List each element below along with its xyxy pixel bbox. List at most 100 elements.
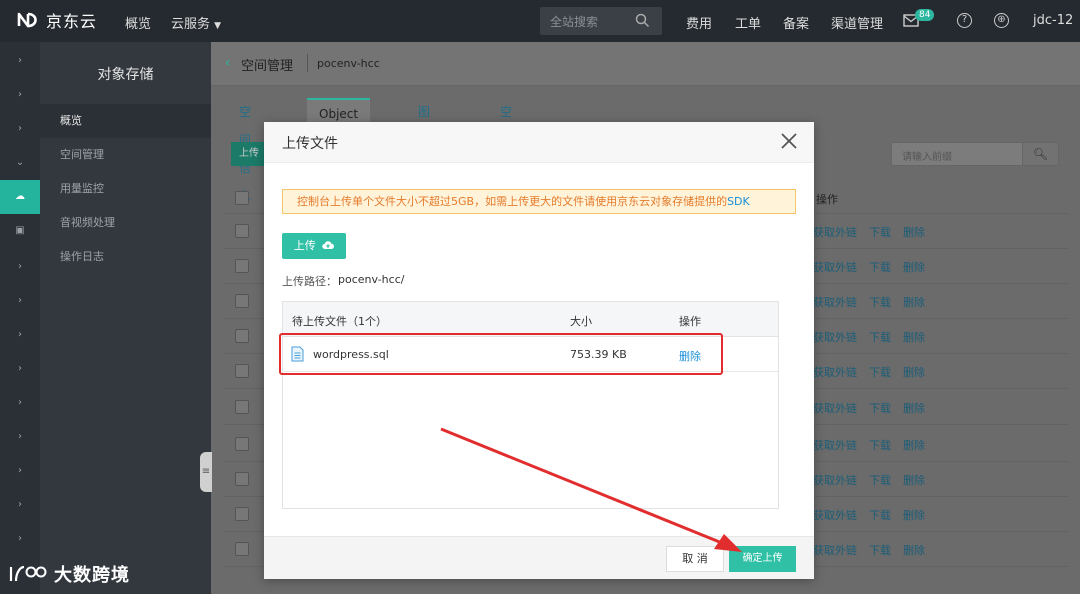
rail-expand-icon[interactable]: › [0,284,40,318]
sidebar-item-usage-monitoring[interactable]: 用量监控 [40,172,211,206]
sdk-link[interactable]: SDK [727,195,750,208]
upload-button[interactable]: 上传 [282,233,346,259]
row-action-delete[interactable]: 删除 [903,366,925,379]
row-actions: 获取外链 下载 删除 [813,294,937,310]
row-action-delete[interactable]: 删除 [903,509,925,522]
row-actions: 获取外链 下载 删除 [813,329,937,345]
nav-channel-management[interactable]: 渠道管理 [831,13,883,32]
row-actions: 获取外链 下载 删除 [813,542,937,558]
rail-expand-icon[interactable]: › [0,78,40,112]
row-action-download[interactable]: 下载 [869,402,891,415]
confirm-upload-button[interactable]: 确定上传 [729,546,796,572]
jd-cloud-logo[interactable]: 京东云 [16,8,97,32]
dialog-title: 上传文件 [282,136,338,152]
row-action-download[interactable]: 下载 [869,544,891,557]
storage-box-icon[interactable]: ▣ [0,214,40,248]
sidebar-collapse-handle[interactable]: ≡ [200,452,212,492]
sidebar-item-overview[interactable]: 概览 [40,104,211,138]
row-checkbox[interactable] [235,437,249,451]
row-action-delete[interactable]: 删除 [903,226,925,239]
row-checkbox[interactable] [235,364,249,378]
cancel-button[interactable]: 取 消 [666,546,724,572]
search-icon[interactable]: 🔍︎ [1022,143,1058,165]
rail-expand-icon[interactable]: › [0,522,40,556]
rail-expand-icon[interactable]: › [0,386,40,420]
row-checkbox[interactable] [235,472,249,486]
row-actions: 获取外链 下载 删除 [813,259,937,275]
nav-tickets[interactable]: 工单 [735,13,761,32]
row-action-delete[interactable]: 删除 [903,474,925,487]
cloud-storage-icon[interactable]: ☁ [0,180,40,214]
row-action-download[interactable]: 下载 [869,474,891,487]
search-icon[interactable] [635,13,650,28]
rail-expand-icon[interactable]: › [0,44,40,78]
row-action-download[interactable]: 下载 [869,296,891,309]
user-account[interactable]: jdc-12 [1033,13,1073,28]
rail-expand-icon[interactable]: › [0,112,40,146]
row-action-get-link[interactable]: 获取外链 [813,366,857,379]
row-action-download[interactable]: 下载 [869,226,891,239]
row-action-delete[interactable]: 删除 [903,402,925,415]
select-all-checkbox[interactable] [235,191,249,205]
row-checkbox[interactable] [235,224,249,238]
sidebar-title: 对象存储 [97,67,154,83]
row-checkbox[interactable] [235,259,249,273]
row-action-get-link[interactable]: 获取外链 [813,331,857,344]
rail-expand-icon[interactable]: › [0,352,40,386]
row-action-get-link[interactable]: 获取外链 [813,544,857,557]
row-action-get-link[interactable]: 获取外链 [813,439,857,452]
row-checkbox[interactable] [235,400,249,414]
global-search[interactable]: 全站搜索 [540,7,662,35]
row-action-delete[interactable]: 删除 [903,296,925,309]
rail-expand-icon[interactable]: › [0,420,40,454]
row-checkbox[interactable] [235,542,249,556]
nav-cloud-services[interactable]: 云服务 ▼ [171,13,221,32]
back-chevron-icon[interactable]: ‹ [225,55,231,71]
tab-bucket-info[interactable]: 空间信息 [239,98,251,203]
row-action-download[interactable]: 下载 [869,261,891,274]
rail-collapse-icon[interactable]: ⌄ [0,146,40,180]
row-action-get-link[interactable]: 获取外链 [813,296,857,309]
row-action-get-link[interactable]: 获取外链 [813,226,857,239]
row-action-get-link[interactable]: 获取外链 [813,261,857,274]
row-action-download[interactable]: 下载 [869,331,891,344]
row-action-download[interactable]: 下载 [869,509,891,522]
prefix-search[interactable]: 请输入前缀 🔍︎ [891,142,1059,166]
breadcrumb-section[interactable]: 空间管理 [241,55,293,74]
nav-billing[interactable]: 费用 [686,13,712,32]
row-action-download[interactable]: 下载 [869,366,891,379]
nav-overview[interactable]: 概览 [125,13,151,32]
row-checkbox[interactable] [235,329,249,343]
row-checkbox[interactable] [235,294,249,308]
watermark-text: 大数跨境 [54,565,130,586]
row-checkbox[interactable] [235,507,249,521]
row-action-get-link[interactable]: 获取外链 [813,474,857,487]
rail-expand-icon[interactable]: › [0,318,40,352]
rail-expand-icon[interactable]: › [0,454,40,488]
help-icon[interactable]: ? [957,13,972,28]
row-action-delete[interactable]: 删除 [903,331,925,344]
header-size: 大小 [570,315,592,328]
header-action: 操作 [679,315,701,328]
breadcrumb-bucket: pocenv-hcc [317,57,380,70]
rail-expand-icon[interactable]: › [0,488,40,522]
nav-cloud-services-label: 云服务 [171,17,211,32]
close-icon[interactable] [778,130,800,152]
rail-expand-icon[interactable]: › [0,250,40,284]
row-action-delete[interactable]: 删除 [903,261,925,274]
row-action-get-link[interactable]: 获取外链 [813,509,857,522]
sidebar-item-media-processing[interactable]: 音视频处理 [40,206,211,240]
watermark-logo-icon [9,565,47,582]
nav-icp-filing[interactable]: 备案 [783,13,809,32]
pending-files-header: 待上传文件（1个） 大小 操作 [283,302,778,337]
row-action-get-link[interactable]: 获取外链 [813,402,857,415]
row-action-download[interactable]: 下载 [869,439,891,452]
language-icon[interactable]: ⊕ [994,13,1009,28]
row-action-delete[interactable]: 删除 [903,439,925,452]
sidebar-item-bucket-management[interactable]: 空间管理 [40,138,211,172]
row-action-delete[interactable]: 删除 [903,544,925,557]
row-actions: 获取外链 下载 删除 [813,364,937,380]
dialog-footer: 取 消 确定上传 [264,536,814,579]
sidebar-item-operation-log[interactable]: 操作日志 [40,240,211,274]
row-actions: 获取外链 下载 删除 [813,507,937,523]
